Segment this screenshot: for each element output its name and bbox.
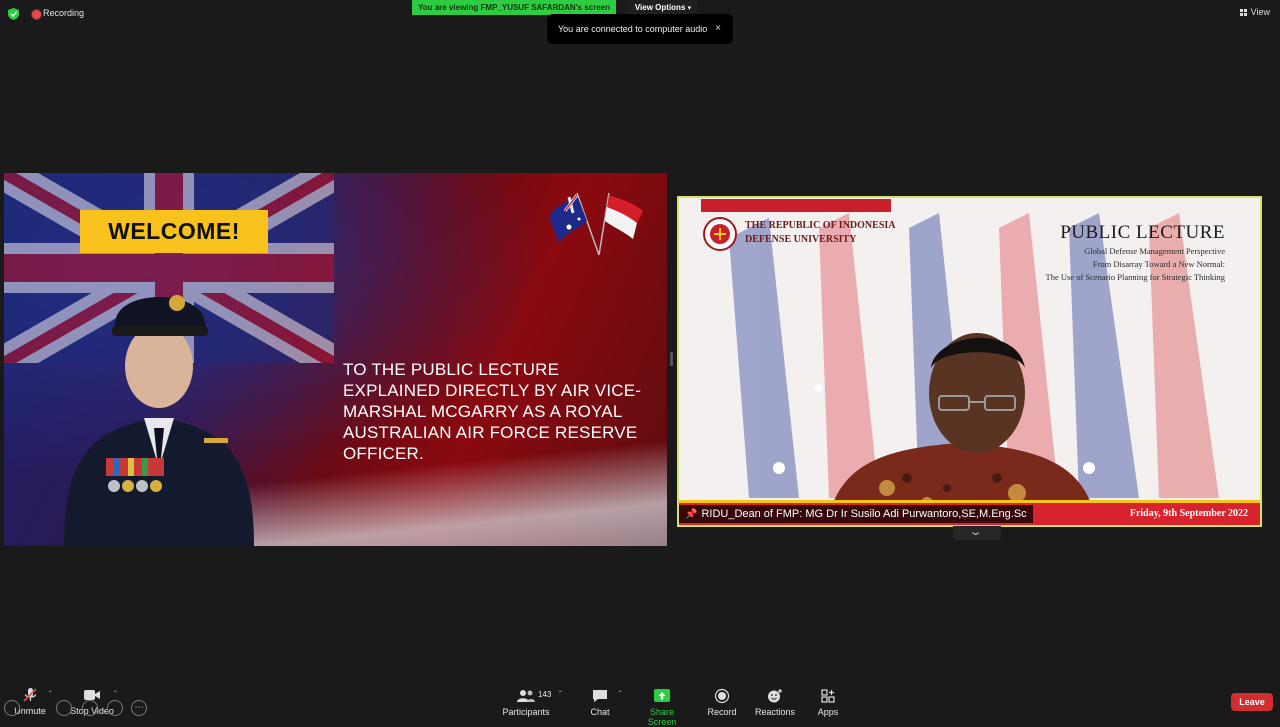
view-options-button[interactable]: View Options ▾ [628, 0, 698, 15]
view-button[interactable]: View [1239, 7, 1270, 17]
grid-icon [1239, 9, 1247, 16]
pin-icon: 📌 [685, 509, 698, 520]
date-bar-stripe [679, 500, 1260, 503]
lecture-subtitle-line1: Global Defense Management Perspective [1084, 246, 1225, 256]
microphone-muted-icon [23, 688, 37, 702]
close-icon[interactable]: × [715, 23, 721, 34]
expand-gallery-toggle[interactable]: ⌄ [953, 526, 1001, 540]
record-button[interactable]: Record [706, 688, 738, 717]
chat-button[interactable]: Chat [585, 688, 615, 717]
annotate-tool-icon[interactable] [82, 700, 98, 716]
participant-name: RIDU_Dean of FMP: MG Dr Ir Susilo Adi Pu… [701, 508, 1027, 520]
university-seal-logo [703, 217, 737, 251]
meeting-toolbar: Unmute ˆ Stop Video ˆ ⋯ Participants 143… [0, 680, 1280, 727]
apps-label: Apps [817, 707, 839, 717]
shared-screen: WELCOME! TO THE PUBLIC LECTURE EXPLAINED… [4, 173, 667, 546]
officer-portrait [64, 295, 254, 546]
recording-dot-icon [31, 9, 42, 20]
participants-label: Participants [502, 707, 550, 717]
participants-caret-icon[interactable]: ˆ [559, 690, 562, 699]
view-options-label: View Options [634, 3, 686, 12]
apps-icon [821, 689, 835, 703]
zoom-icon[interactable] [107, 700, 123, 716]
chevron-down-icon: ⌄ [968, 526, 983, 538]
security-shield-icon[interactable] [8, 8, 19, 20]
reactions-smiley-icon [768, 689, 782, 703]
participant-name-tag: 📌 RIDU_Dean of FMP: MG Dr Ir Susilo Adi P… [679, 505, 1033, 523]
university-name-line1: THE REPUBLIC OF INDONESIA [745, 220, 896, 231]
record-icon [714, 688, 730, 704]
lecture-subtitle-line2: From Disarray Toward a New Normal: [1092, 259, 1225, 269]
chevron-down-icon: ▾ [687, 5, 692, 12]
reactions-button[interactable]: Reactions [755, 688, 795, 717]
leave-button[interactable]: Leave [1231, 693, 1273, 711]
share-screen-label: Share Screen [647, 707, 677, 727]
speaker-person [827, 333, 1097, 525]
chat-caret-icon[interactable]: ˆ [619, 690, 622, 699]
recording-label: Recording [43, 8, 85, 18]
audio-connected-toast: You are connected to computer audio × [547, 14, 733, 44]
split-divider-handle[interactable] [670, 352, 673, 366]
reactions-label: Reactions [755, 707, 796, 717]
audio-toast-message: You are connected to computer audio [558, 24, 708, 34]
participants-icon [517, 690, 535, 702]
lecture-title: PUBLIC LECTURE [1060, 222, 1225, 243]
header-red-bar [701, 199, 891, 212]
chat-label: Chat [590, 707, 610, 717]
share-screen-button[interactable]: Share Screen [636, 688, 688, 727]
speaker-video-tile[interactable]: THE REPUBLIC OF INDONESIA DEFENSE UNIVER… [677, 196, 1262, 527]
video-options-caret-icon[interactable]: ˆ [114, 690, 117, 699]
lecture-date: Friday, 9th September 2022 [1129, 508, 1248, 519]
record-label: Record [707, 707, 737, 717]
back-arrow-icon[interactable] [4, 700, 20, 716]
more-options-icon[interactable]: ⋯ [131, 700, 147, 716]
audio-options-caret-icon[interactable]: ˆ [49, 690, 52, 699]
view-label: View [1250, 7, 1270, 17]
crossed-flags-icon [549, 192, 643, 256]
welcome-banner: WELCOME! [80, 210, 268, 253]
apps-button[interactable]: Apps [814, 688, 842, 717]
slide-body-text: TO THE PUBLIC LECTURE EXPLAINED DIRECTLY… [343, 360, 642, 463]
university-name-line2: DEFENSE UNIVERSITY [745, 234, 857, 245]
lecture-subtitle-line3: The Use of Scenario Planning for Strateg… [1045, 272, 1225, 282]
participants-count: 143 [538, 690, 552, 699]
annotate-pen-icon[interactable] [56, 700, 72, 716]
viewing-screen-banner: You are viewing FMP_YUSUF SAFARDAN's scr… [412, 0, 616, 15]
share-screen-icon [654, 689, 670, 702]
chat-bubble-icon [593, 690, 607, 702]
